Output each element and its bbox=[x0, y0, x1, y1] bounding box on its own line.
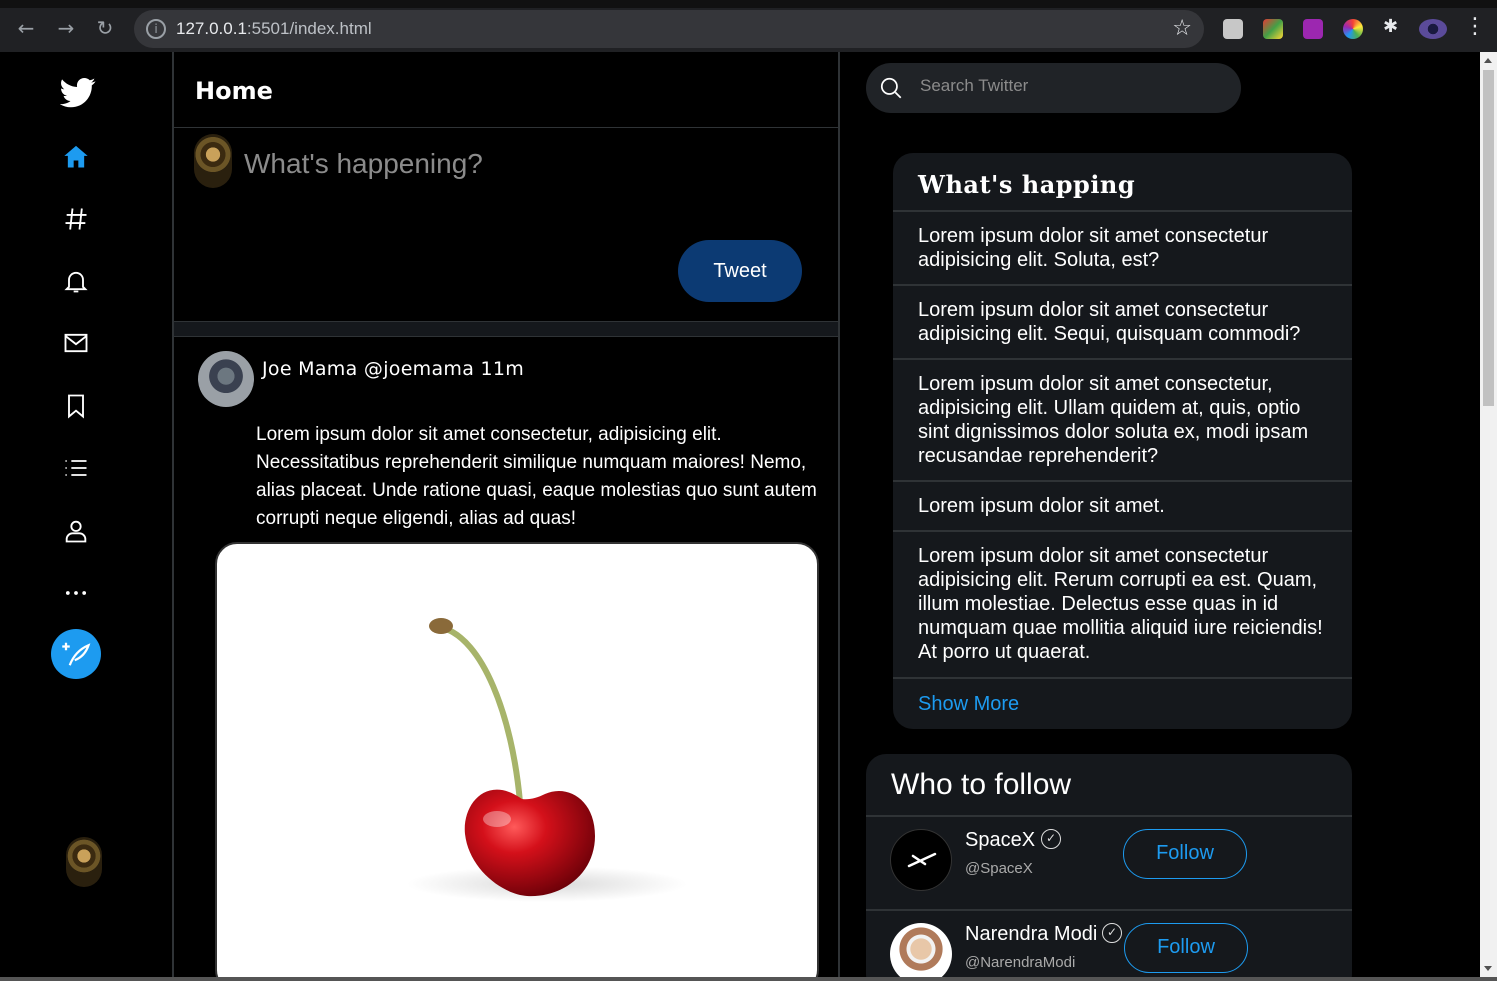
verified-icon: ✓ bbox=[1041, 829, 1061, 849]
spacex-logo-icon bbox=[907, 852, 937, 868]
browser-toolbar: ← → ↻ i 127.0.0.1:5501/index.html ☆ ✱ ⋮ bbox=[0, 0, 1497, 52]
follow-suggestion[interactable]: Narendra Modi ✓ @NarendraModi Follow bbox=[866, 909, 1352, 977]
tab-strip bbox=[0, 0, 1497, 8]
follow-button[interactable]: Follow bbox=[1124, 923, 1248, 973]
twitter-logo-icon[interactable] bbox=[52, 66, 104, 118]
bookmark-icon[interactable] bbox=[56, 386, 96, 426]
tweet-meta: Joe Mama @joemama 11m bbox=[262, 358, 524, 380]
spacex-avatar[interactable] bbox=[890, 829, 952, 891]
url-text[interactable]: 127.0.0.1:5501/index.html bbox=[176, 19, 372, 39]
compose-tweet-button[interactable] bbox=[51, 629, 101, 679]
scroll-down-arrow-icon[interactable] bbox=[1484, 966, 1492, 971]
follow-name[interactable]: Narendra Modi bbox=[965, 923, 1097, 946]
search-input[interactable] bbox=[920, 76, 1220, 96]
reload-button[interactable]: ↻ bbox=[91, 14, 119, 42]
trend-item[interactable]: Lorem ipsum dolor sit amet. bbox=[893, 480, 1352, 531]
extension-icon[interactable] bbox=[1303, 19, 1323, 39]
feather-plus-icon bbox=[62, 642, 91, 666]
address-bar[interactable]: i 127.0.0.1:5501/index.html ☆ bbox=[134, 10, 1204, 48]
back-button[interactable]: ← bbox=[12, 14, 40, 42]
follow-name[interactable]: SpaceX bbox=[965, 829, 1035, 852]
follow-title: Who to follow bbox=[891, 768, 1072, 801]
browser-menu-icon[interactable]: ⋮ bbox=[1464, 14, 1486, 39]
profile-icon[interactable] bbox=[56, 511, 96, 551]
trend-item[interactable]: Lorem ipsum dolor sit amet consectetur a… bbox=[893, 530, 1352, 678]
tweet-card[interactable]: Joe Mama @joemama 11m Lorem ipsum dolor … bbox=[174, 337, 838, 977]
page-scrollbar[interactable] bbox=[1480, 52, 1497, 977]
extension-icon[interactable] bbox=[1223, 19, 1243, 39]
hashtag-icon[interactable] bbox=[56, 199, 96, 239]
extension-icon[interactable] bbox=[1263, 19, 1283, 39]
cherry-image bbox=[407, 618, 687, 902]
more-icon[interactable] bbox=[56, 573, 96, 613]
modi-avatar[interactable] bbox=[890, 923, 952, 977]
bell-icon[interactable] bbox=[56, 261, 96, 301]
compose-box: What's happening? Tweet bbox=[174, 128, 838, 321]
site-info-icon[interactable]: i bbox=[146, 19, 166, 39]
compose-input[interactable]: What's happening? bbox=[244, 148, 483, 180]
section-divider bbox=[174, 321, 838, 337]
compose-avatar bbox=[194, 134, 232, 188]
main-feed: Home What's happening? Tweet Joe Mama @j… bbox=[172, 52, 840, 977]
puzzle-icon[interactable]: ✱ bbox=[1383, 16, 1403, 37]
follow-button[interactable]: Follow bbox=[1123, 829, 1247, 879]
follow-handle[interactable]: @SpaceX bbox=[965, 860, 1033, 877]
trend-item[interactable]: Lorem ipsum dolor sit amet consectetur a… bbox=[893, 210, 1352, 285]
mail-icon[interactable] bbox=[56, 323, 96, 363]
tweet-author-avatar[interactable] bbox=[198, 351, 254, 407]
extension-icon[interactable] bbox=[1343, 19, 1363, 39]
forward-button[interactable]: → bbox=[52, 14, 80, 42]
search-box[interactable] bbox=[866, 63, 1241, 113]
who-to-follow-panel: Who to follow SpaceX ✓ @SpaceX Follow Na… bbox=[866, 754, 1352, 977]
tweet-author-name[interactable]: Joe Mama bbox=[262, 358, 358, 380]
tweet-author-handle[interactable]: @joemama bbox=[364, 358, 474, 380]
page-title: Home bbox=[195, 77, 273, 105]
verified-icon: ✓ bbox=[1102, 923, 1122, 943]
bookmark-star-icon[interactable]: ☆ bbox=[1172, 16, 1192, 41]
window-bottom-edge bbox=[0, 977, 1497, 981]
home-icon[interactable] bbox=[56, 137, 96, 177]
search-icon bbox=[880, 77, 902, 99]
follow-handle[interactable]: @NarendraModi bbox=[965, 954, 1075, 971]
tweet-text: Lorem ipsum dolor sit amet consectetur, … bbox=[256, 424, 817, 529]
tweet-time: 11m bbox=[480, 358, 525, 380]
scrollbar-thumb[interactable] bbox=[1483, 70, 1494, 406]
follow-suggestion[interactable]: SpaceX ✓ @SpaceX Follow bbox=[866, 815, 1352, 908]
feed-header: Home bbox=[174, 52, 838, 128]
profile-avatar[interactable] bbox=[1419, 19, 1447, 39]
trends-panel: What's happing Lorem ipsum dolor sit ame… bbox=[893, 153, 1352, 729]
trend-item[interactable]: Lorem ipsum dolor sit amet consectetur, … bbox=[893, 358, 1352, 481]
scroll-up-arrow-icon[interactable] bbox=[1484, 58, 1492, 63]
trends-title: What's happing bbox=[918, 170, 1136, 199]
show-more-link[interactable]: Show More bbox=[918, 693, 1019, 716]
trend-item[interactable]: Lorem ipsum dolor sit amet consectetur a… bbox=[893, 284, 1352, 359]
tweet-button[interactable]: Tweet bbox=[678, 240, 802, 302]
twitter-page: Home What's happening? Tweet Joe Mama @j… bbox=[0, 52, 1480, 977]
tweet-image[interactable] bbox=[215, 542, 819, 977]
list-icon[interactable] bbox=[56, 448, 96, 488]
user-avatar[interactable] bbox=[66, 837, 102, 887]
left-sidebar bbox=[0, 52, 172, 977]
